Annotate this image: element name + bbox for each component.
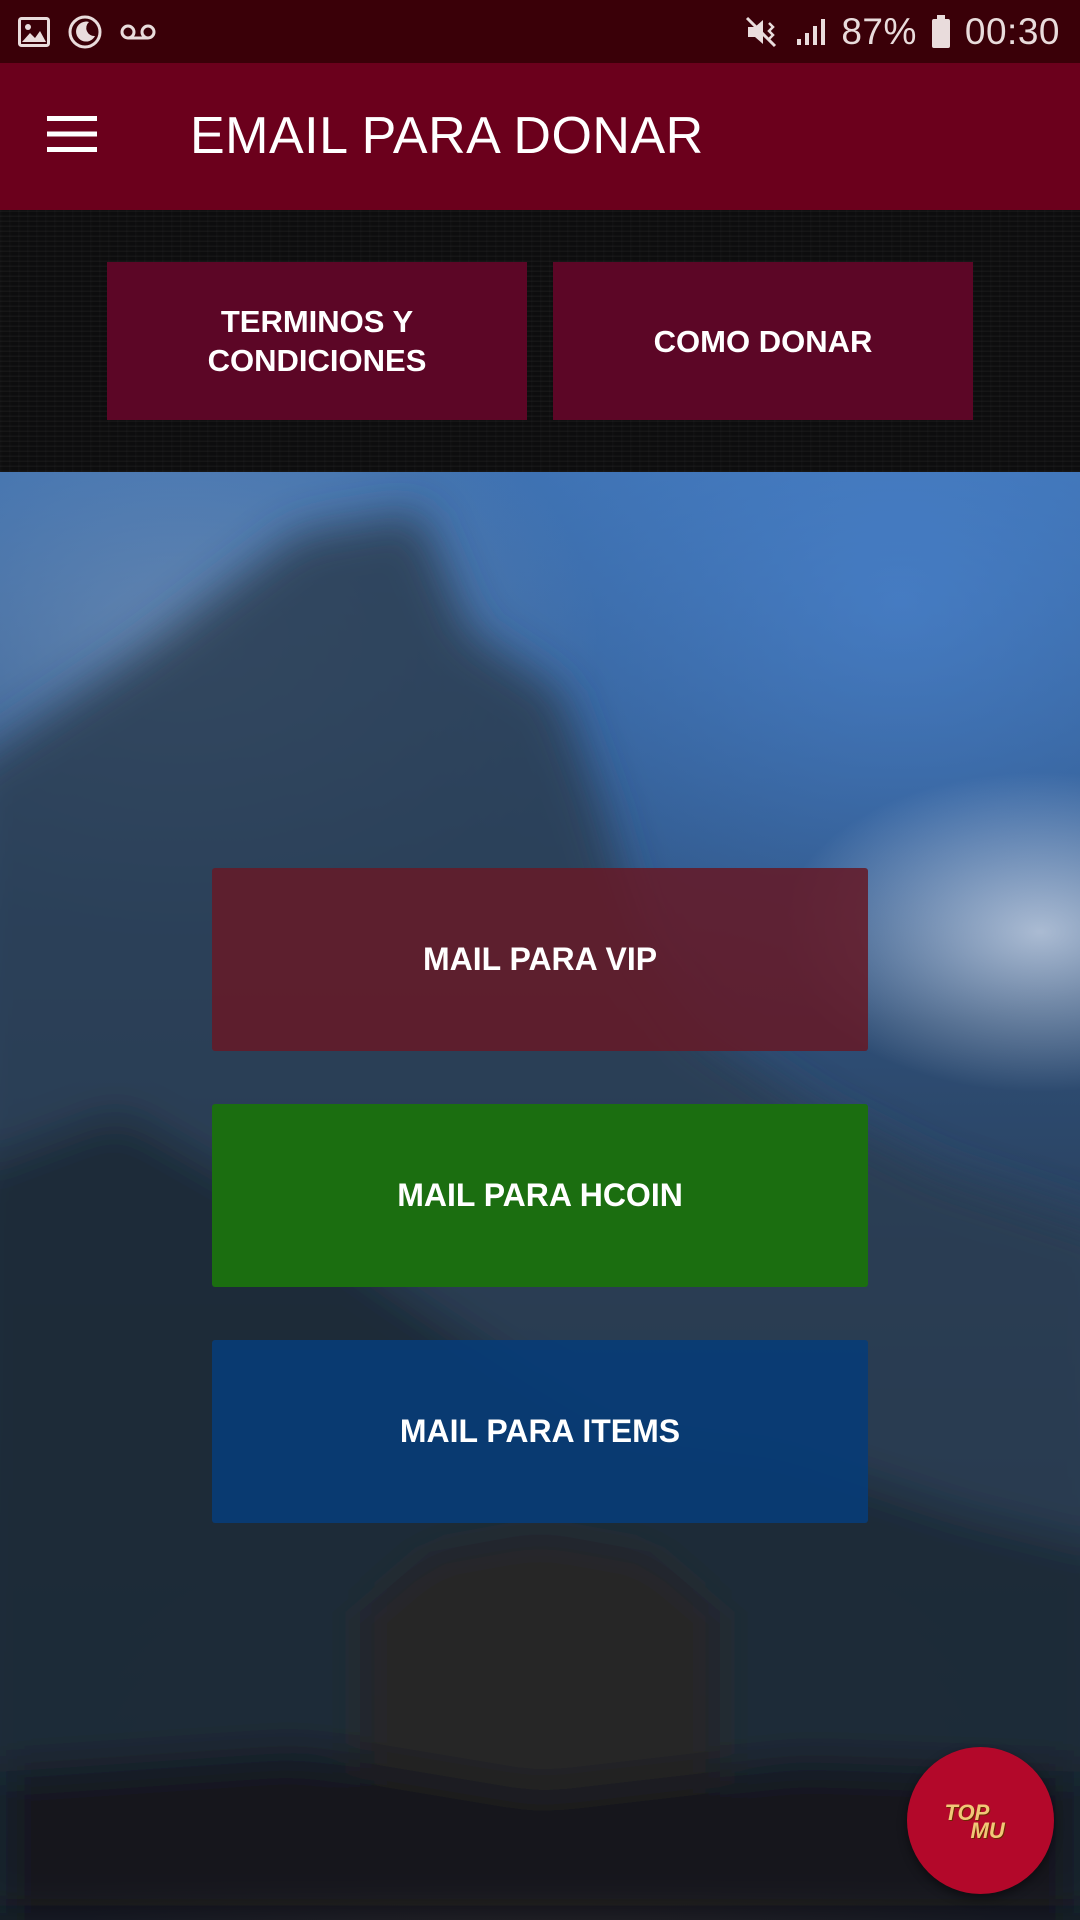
battery-percentage: 87% [841,10,917,52]
signal-icon [795,17,827,47]
app-bar: EMAIL PARA DONAR [0,63,1080,210]
mail-items-button[interactable]: MAIL PARA ITEMS [212,1340,868,1523]
top-mu-fab-button[interactable]: TOP MU [907,1747,1054,1894]
do-not-disturb-moon-icon [68,15,102,49]
top-tab-strip: TERMINOS Y CONDICIONES COMO DONAR [0,210,1080,472]
mute-icon [745,15,781,49]
terms-and-conditions-button[interactable]: TERMINOS Y CONDICIONES [107,262,527,420]
mail-hcoin-button[interactable]: MAIL PARA HCOIN [212,1104,868,1287]
status-bar: 87% 00:30 [0,0,1080,63]
how-to-donate-label: COMO DONAR [653,323,873,359]
hamburger-menu-icon [47,115,97,157]
voicemail-icon [120,22,156,42]
gallery-icon [18,16,50,47]
battery-icon [931,14,951,49]
page-title: EMAIL PARA DONAR [190,107,704,165]
logo-text-mu: MU [970,1817,1005,1843]
top-mu-logo: TOP MU [941,1796,1021,1846]
mail-vip-button[interactable]: MAIL PARA VIP [212,868,868,1051]
how-to-donate-button[interactable]: COMO DONAR [553,262,973,420]
clock: 00:30 [964,10,1060,52]
menu-button[interactable] [32,101,112,171]
terms-and-conditions-label: TERMINOS Y CONDICIONES [207,304,427,378]
